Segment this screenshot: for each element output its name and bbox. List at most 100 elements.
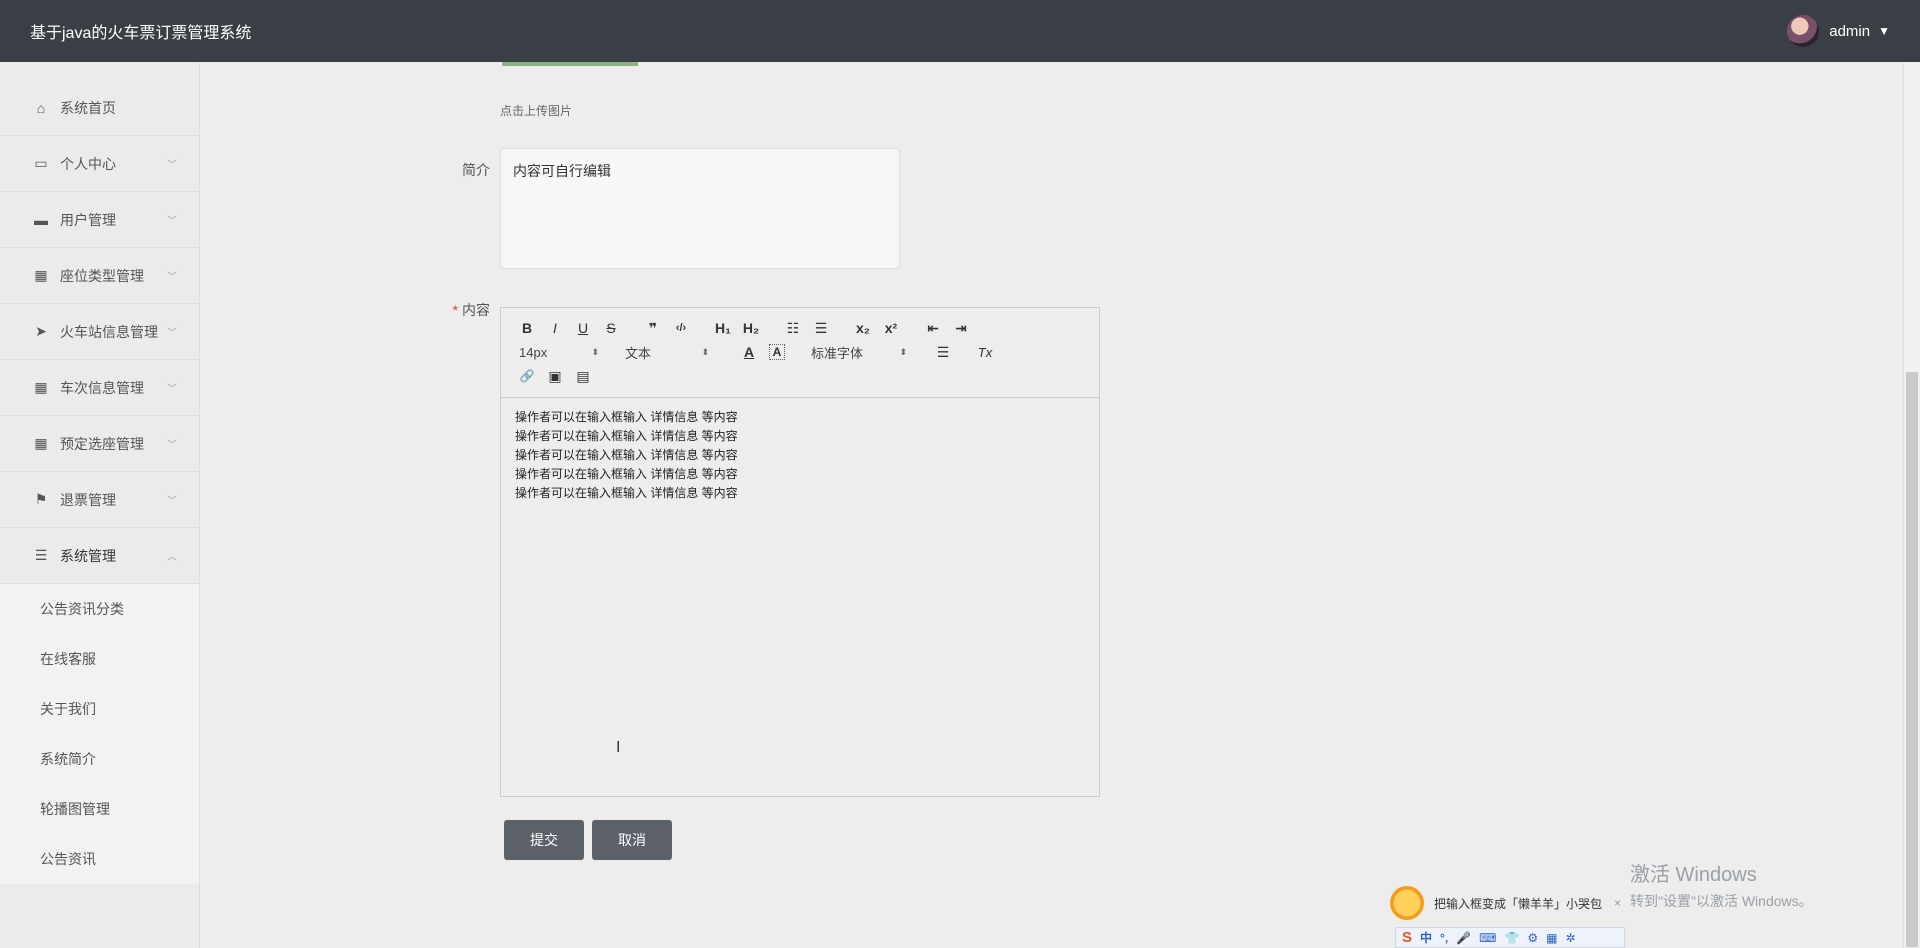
apps-icon[interactable]: ▦ [1546, 931, 1557, 945]
font-family-select[interactable]: 标准字体 ⬍ [811, 343, 907, 362]
background-color-icon[interactable]: A [769, 344, 785, 360]
sliders-icon: ☰ [34, 547, 48, 563]
bullet-list-icon[interactable]: ☰ [807, 320, 835, 337]
sidebar-item-train-info[interactable]: ▦ 车次信息管理 ﹀ [0, 360, 199, 416]
blockquote-button[interactable]: ❞ [639, 320, 667, 337]
chevron-down-icon: ﹀ [167, 328, 177, 339]
watermark-title: 激活 Windows [1630, 864, 1757, 886]
avatar[interactable] [1787, 15, 1820, 47]
microphone-icon[interactable]: 🎤 [1456, 931, 1471, 945]
editor-toolbar: B I U S ❞ ‹/› H₁ H₂ ☷ ☰ x₂ x² ⇤ ⇥ 14px ⬍… [501, 308, 1099, 398]
text-cursor-icon: I [616, 739, 621, 756]
sun-icon [1390, 886, 1424, 920]
card-icon: ▭ [34, 155, 48, 171]
toolbar-row-3: 🔗 ▣ ▤ [513, 364, 1087, 388]
indent-icon[interactable]: ⇥ [947, 320, 975, 337]
italic-button[interactable]: I [541, 320, 569, 336]
close-icon[interactable]: × [1614, 896, 1621, 910]
submenu-item-notice-category[interactable]: 公告资讯分类 [0, 584, 199, 634]
outdent-icon[interactable]: ⇤ [919, 320, 947, 337]
send-icon: ➤ [35, 323, 47, 339]
vertical-scrollbar[interactable] [1903, 62, 1920, 948]
system-submenu: 公告资讯分类 在线客服 关于我们 系统简介 轮播图管理 公告资讯 [0, 584, 199, 884]
sidebar-item-label: 车次信息管理 [60, 379, 144, 396]
cancel-button[interactable]: 取消 [592, 820, 672, 860]
sidebar-item-booking[interactable]: ▦ 预定选座管理 ﹀ [0, 416, 199, 472]
chevron-up-icon: ︿ [167, 552, 177, 563]
rich-text-editor[interactable]: B I U S ❞ ‹/› H₁ H₂ ☷ ☰ x₂ x² ⇤ ⇥ 14px ⬍… [500, 307, 1100, 797]
font-size-value: 14px [519, 344, 548, 360]
sogou-logo-icon[interactable]: S [1402, 929, 1412, 946]
chevron-down-icon[interactable]: ▼ [1878, 24, 1890, 38]
content-line: 操作者可以在输入框输入 详情信息 等内容 [515, 486, 738, 500]
user-menu[interactable]: admin ▼ [1787, 15, 1890, 47]
select-arrow-icon: ⬍ [899, 346, 907, 357]
app-title: 基于java的火车票订票管理系统 [30, 25, 252, 42]
username[interactable]: admin [1829, 23, 1870, 40]
skin-icon[interactable]: 👕 [1504, 931, 1519, 945]
scrollbar-thumb[interactable] [1906, 372, 1918, 947]
intro-textarea[interactable]: 内容可自行编辑 [500, 148, 900, 269]
sidebar-item-home[interactable]: ⌂ 系统首页 [0, 80, 199, 136]
grid-icon: ▦ [34, 435, 48, 451]
sidebar-item-personal-center[interactable]: ▭ 个人中心 ﹀ [0, 136, 199, 192]
font-color-icon[interactable]: A [735, 344, 763, 360]
submenu-item-carousel[interactable]: 轮播图管理 [0, 784, 199, 834]
font-size-select[interactable]: 14px ⬍ [513, 345, 599, 360]
sidebar-item-refund[interactable]: ⚑ 退票管理 ﹀ [0, 472, 199, 528]
keyboard-icon[interactable]: ⌨ [1479, 931, 1496, 945]
sidebar-item-seat-type[interactable]: ▦ 座位类型管理 ﹀ [0, 248, 199, 304]
editor-content[interactable]: 操作者可以在输入框输入 详情信息 等内容 操作者可以在输入框输入 详情信息 等内… [501, 398, 1099, 513]
main-content: 点击上传图片 简介 内容可自行编辑 * 内容 B I U S ❞ ‹/› H₁ H… [200, 62, 1900, 948]
submenu-item-system-intro[interactable]: 系统简介 [0, 734, 199, 784]
grid-icon: ▦ [34, 267, 48, 283]
grid-icon: ▦ [34, 379, 48, 395]
submenu-item-online-service[interactable]: 在线客服 [0, 634, 199, 684]
strike-button[interactable]: S [597, 320, 625, 336]
content-line: 操作者可以在输入框输入 详情信息 等内容 [515, 410, 738, 424]
video-icon[interactable]: ▤ [569, 368, 597, 385]
chevron-down-icon: ﹀ [167, 160, 177, 171]
upload-image-preview[interactable] [502, 62, 638, 66]
sidebar-item-label: 退票管理 [60, 491, 116, 508]
intro-value: 内容可自行编辑 [513, 163, 611, 179]
link-icon[interactable]: 🔗 [513, 369, 541, 383]
chevron-down-icon: ﹀ [167, 440, 177, 451]
robot-icon[interactable]: ⚙ [1527, 931, 1538, 945]
underline-button[interactable]: U [569, 320, 597, 336]
subscript-button[interactable]: x₂ [849, 320, 877, 336]
ordered-list-icon[interactable]: ☷ [779, 320, 807, 337]
superscript-button[interactable]: x² [877, 320, 905, 336]
sidebar-item-label: 用户管理 [60, 211, 116, 228]
code-button[interactable]: ‹/› [667, 322, 695, 334]
sidebar-item-user-management[interactable]: ▬ 用户管理 ﹀ [0, 192, 199, 248]
ime-toolbar: S 中 °, 🎤 ⌨ 👕 ⚙ ▦ ✲ [1395, 927, 1625, 948]
h2-button[interactable]: H₂ [737, 320, 765, 336]
intro-label: 简介 [462, 162, 490, 178]
sidebar-item-label: 系统管理 [60, 547, 116, 564]
bold-button[interactable]: B [513, 320, 541, 336]
chevron-down-icon: ﹀ [167, 496, 177, 507]
submenu-item-notice[interactable]: 公告资讯 [0, 834, 199, 884]
sidebar: ⌂ 系统首页 ▭ 个人中心 ﹀ ▬ 用户管理 ﹀ ▦ 座位类型管理 ﹀ ➤ 火车站信息管理 ﹀ ▦… [0, 62, 200, 948]
block-format-value: 文本 [625, 345, 652, 361]
ime-tip-text: 把输入框变成「懒羊羊」小哭包 [1434, 896, 1603, 911]
block-format-select[interactable]: 文本 ⬍ [625, 343, 709, 362]
h1-button[interactable]: H₁ [709, 320, 737, 336]
content-label: * 内容 [400, 300, 490, 320]
clear-format-icon[interactable]: Tx [971, 345, 999, 360]
chevron-down-icon: ﹀ [167, 216, 177, 227]
sidebar-item-system-management[interactable]: ☰ 系统管理 ︿ [0, 528, 199, 584]
ime-lang-button[interactable]: 中 [1420, 929, 1432, 946]
chevron-down-icon: ﹀ [167, 272, 177, 283]
submit-button[interactable]: 提交 [504, 820, 584, 860]
upload-hint[interactable]: 点击上传图片 [500, 102, 572, 119]
submenu-item-about-us[interactable]: 关于我们 [0, 684, 199, 734]
image-icon[interactable]: ▣ [541, 368, 569, 385]
content-line: 操作者可以在输入框输入 详情信息 等内容 [515, 448, 738, 462]
align-icon[interactable]: ☰ [929, 344, 957, 361]
settings-icon[interactable]: ✲ [1566, 931, 1576, 945]
ime-tooltip[interactable]: 把输入框变成「懒羊羊」小哭包 × [1390, 885, 1621, 921]
ime-punct-button[interactable]: °, [1440, 931, 1448, 945]
sidebar-item-station-info[interactable]: ➤ 火车站信息管理 ﹀ [0, 304, 199, 360]
